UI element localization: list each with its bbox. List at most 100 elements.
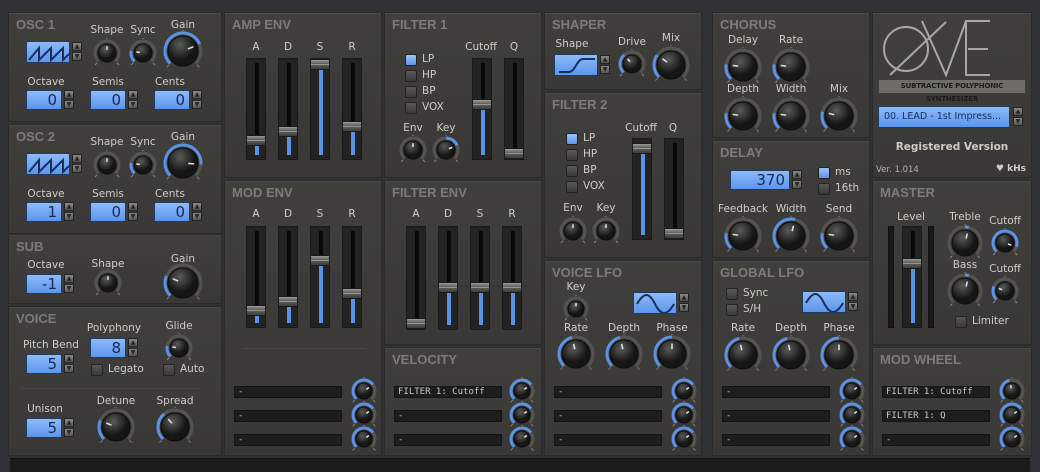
spin-up-icon[interactable]: ▲ — [128, 90, 138, 99]
pitch-bend-field-spinner[interactable]: ▲ ▼ — [64, 354, 74, 374]
legato-checkbox[interactable] — [91, 364, 103, 376]
limiter-checkbox[interactable] — [955, 316, 967, 328]
osc2-semis-field[interactable]: 0 — [90, 202, 126, 222]
osc1-waveform-selector[interactable] — [26, 41, 70, 63]
bass-cutoff-knob[interactable] — [990, 276, 1020, 306]
shaper-shape-selector-spinner[interactable]: ▲ ▼ — [600, 55, 610, 75]
spin-down-icon[interactable]: ▼ — [1013, 117, 1023, 126]
spin-up-icon[interactable]: ▲ — [792, 170, 802, 179]
spin-down-icon[interactable]: ▼ — [192, 100, 202, 109]
osc2-waveform-selector[interactable] — [26, 153, 70, 175]
spin-down-icon[interactable]: ▼ — [64, 364, 74, 373]
spin-down-icon[interactable]: ▼ — [679, 303, 689, 312]
spin-down-icon[interactable]: ▼ — [600, 65, 610, 74]
chorus-mix-knob[interactable] — [819, 96, 859, 136]
slider-handle[interactable] — [664, 228, 684, 239]
velocity-mod-slot-1[interactable]: FILTER 1: Cutoff — [394, 386, 502, 398]
chorus-width-knob[interactable] — [771, 96, 811, 136]
slider-handle[interactable] — [278, 296, 298, 308]
voice_lfo-mod-slot-2[interactable]: - — [554, 410, 662, 422]
glide-knob[interactable] — [164, 333, 194, 363]
mod_env-slider-r[interactable] — [342, 226, 362, 328]
filter2-type-lp[interactable] — [566, 133, 578, 145]
slider-handle[interactable] — [438, 281, 458, 293]
spin-up-icon[interactable]: ▲ — [128, 338, 138, 347]
unison-field-spinner[interactable]: ▲ ▼ — [64, 418, 74, 438]
spin-up-icon[interactable]: ▲ — [64, 274, 74, 283]
filter1-env-knob[interactable] — [398, 135, 428, 165]
delay-feedback-knob[interactable] — [723, 216, 763, 256]
treble-cutoff-knob[interactable] — [990, 228, 1020, 258]
spin-down-icon[interactable]: ▼ — [72, 164, 82, 173]
mod_env-mod-amount-knob-3[interactable] — [350, 425, 378, 453]
global-lfo-waveform-selector[interactable] — [802, 291, 846, 313]
filter_env-slider-a[interactable] — [406, 226, 426, 330]
voice_lfo-mod-slot-1[interactable]: - — [554, 386, 662, 398]
bass-knob[interactable] — [946, 272, 984, 310]
global_lfo-mod-slot-2[interactable]: - — [722, 410, 830, 422]
osc1-waveform-selector-spinner[interactable]: ▲ ▼ — [72, 42, 82, 62]
spin-up-icon[interactable]: ▲ — [128, 202, 138, 211]
slider-handle[interactable] — [502, 281, 522, 293]
global-lfo-rate-knob[interactable] — [723, 335, 763, 375]
spin-up-icon[interactable]: ▲ — [64, 354, 74, 363]
pitch-bend-field[interactable]: 5 — [26, 354, 62, 374]
voice_lfo-mod-slot-3[interactable]: - — [554, 434, 662, 446]
osc2-sync-knob[interactable] — [128, 150, 158, 180]
spin-down-icon[interactable]: ▼ — [64, 428, 74, 437]
preset-spinner[interactable]: ▲ ▼ — [1013, 107, 1023, 127]
delay-16th-checkbox[interactable] — [818, 183, 830, 195]
slider-handle[interactable] — [278, 125, 298, 137]
voice-lfo-rate-knob[interactable] — [556, 334, 596, 374]
global-lfo-waveform-selector-spinner[interactable]: ▲ ▼ — [848, 292, 858, 312]
polyphony-field-spinner[interactable]: ▲ ▼ — [128, 338, 138, 358]
osc1-gain-knob[interactable] — [162, 30, 204, 72]
amp_env-slider-s[interactable] — [310, 58, 330, 160]
voice-lfo-key-knob[interactable] — [562, 295, 590, 323]
drive-knob[interactable] — [617, 49, 647, 79]
slider-handle[interactable] — [310, 255, 330, 267]
spin-up-icon[interactable]: ▲ — [64, 202, 74, 211]
spin-up-icon[interactable]: ▲ — [72, 154, 82, 163]
osc1-cents-field-spinner[interactable]: ▲ ▼ — [192, 90, 202, 110]
mod_wheel-mod-slot-3[interactable]: - — [882, 434, 990, 446]
delay-ms-checkbox[interactable] — [818, 167, 830, 179]
osc2-octave-field[interactable]: 1 — [26, 202, 62, 222]
spin-down-icon[interactable]: ▼ — [192, 212, 202, 221]
spin-down-icon[interactable]: ▼ — [128, 348, 138, 357]
filter_env-slider-d[interactable] — [438, 226, 458, 330]
voice-lfo-depth-knob[interactable] — [604, 334, 644, 374]
filter2-key-knob[interactable] — [591, 216, 621, 246]
filter2-type-bp[interactable] — [566, 165, 578, 177]
spin-down-icon[interactable]: ▼ — [128, 212, 138, 221]
velocity-mod-amount-knob-3[interactable] — [508, 425, 536, 453]
delay-send-knob[interactable] — [819, 216, 859, 256]
spin-up-icon[interactable]: ▲ — [64, 418, 74, 427]
spin-up-icon[interactable]: ▲ — [192, 90, 202, 99]
global-lfo-depth-knob[interactable] — [771, 335, 811, 375]
slider-handle[interactable] — [632, 143, 652, 155]
osc2-cents-field[interactable]: 0 — [154, 202, 190, 222]
filter2-q-slider[interactable] — [664, 138, 684, 240]
auto-checkbox[interactable] — [163, 364, 175, 376]
slider-handle[interactable] — [504, 148, 524, 159]
global_lfo-mod-amount-knob-3[interactable] — [838, 425, 866, 453]
sub-octave-field[interactable]: -1 — [26, 274, 62, 294]
slider-handle[interactable] — [902, 258, 922, 270]
delay-time-field-spinner[interactable]: ▲ ▼ — [792, 170, 802, 190]
voice-lfo-waveform-selector[interactable] — [633, 292, 677, 314]
spin-down-icon[interactable]: ▼ — [64, 284, 74, 293]
spin-up-icon[interactable]: ▲ — [848, 292, 858, 301]
unison-field[interactable]: 5 — [26, 418, 62, 438]
slider-handle[interactable] — [470, 281, 490, 293]
mod_env-mod-slot-1[interactable]: - — [234, 386, 342, 398]
osc2-gain-knob[interactable] — [162, 142, 204, 184]
global_lfo-mod-slot-1[interactable]: - — [722, 386, 830, 398]
voice-lfo-phase-knob[interactable] — [652, 334, 692, 374]
sub-shape-knob[interactable] — [93, 268, 123, 298]
filter1-type-bp[interactable] — [405, 86, 417, 98]
global-lfo-sh-checkbox[interactable] — [726, 304, 738, 316]
spin-up-icon[interactable]: ▲ — [679, 293, 689, 302]
spin-up-icon[interactable]: ▲ — [192, 202, 202, 211]
osc1-sync-knob[interactable] — [128, 38, 158, 68]
